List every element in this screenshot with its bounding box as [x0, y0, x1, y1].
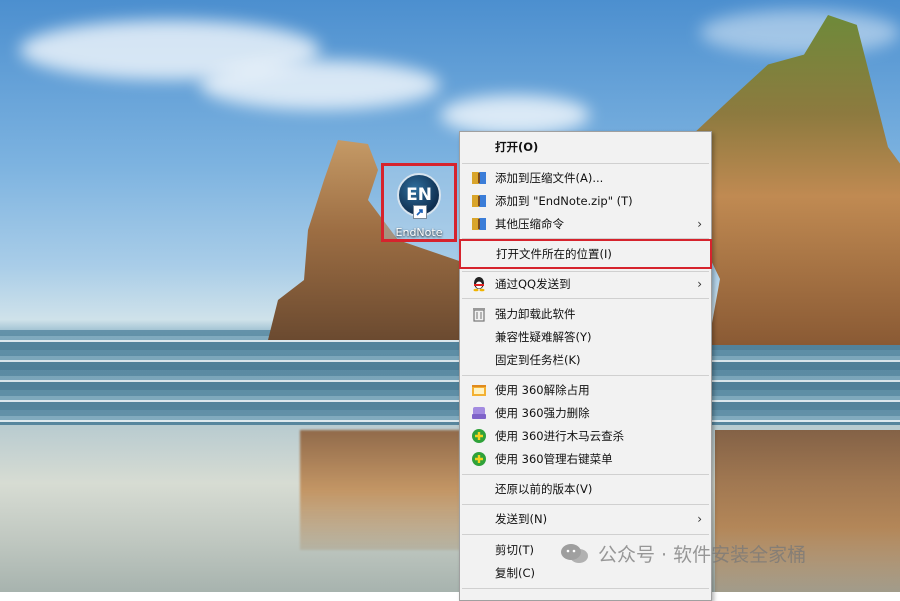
menu-item-360-shred[interactable]: 使用 360强力删除 — [461, 402, 710, 424]
menu-item-label: 打开(O) — [495, 140, 539, 154]
context-menu: 打开(O) 添加到压缩文件(A)... 添加到 "EndNote.zip" (T… — [459, 131, 712, 601]
chevron-right-icon: › — [697, 217, 702, 231]
menu-item-label: 其他压缩命令 — [495, 217, 564, 231]
menu-item-label: 通过QQ发送到 — [495, 277, 571, 291]
rock-reflection — [715, 430, 900, 592]
chevron-right-icon: › — [697, 277, 702, 291]
360-unlock-icon — [471, 382, 487, 398]
menu-item-open-file-location[interactable]: 打开文件所在的位置(I) — [459, 239, 712, 269]
chevron-right-icon: › — [697, 512, 702, 526]
menu-separator — [462, 474, 709, 475]
desktop-icon-label: EndNote — [395, 226, 443, 239]
menu-item-compatibility[interactable]: 兼容性疑难解答(Y) — [461, 326, 710, 348]
menu-separator — [462, 271, 709, 272]
menu-separator — [462, 163, 709, 164]
qq-penguin-icon — [471, 276, 487, 292]
endnote-logo-text: EN — [406, 185, 432, 205]
menu-item-label: 剪切(T) — [495, 543, 534, 557]
360-scan-icon — [471, 428, 487, 444]
menu-item-label: 使用 360解除占用 — [495, 383, 590, 397]
menu-item-label: 兼容性疑难解答(Y) — [495, 330, 592, 344]
menu-item-pin-taskbar[interactable]: 固定到任务栏(K) — [461, 349, 710, 371]
menu-separator — [462, 298, 709, 299]
menu-item-label: 复制(C) — [495, 566, 536, 580]
wechat-icon — [560, 543, 590, 565]
menu-item-360-unlock[interactable]: 使用 360解除占用 — [461, 379, 710, 401]
menu-item-label: 添加到 "EndNote.zip" (T) — [495, 194, 633, 208]
menu-item-add-to-archive[interactable]: 添加到压缩文件(A)... — [461, 167, 710, 189]
menu-separator — [462, 534, 709, 535]
menu-item-add-to-zip[interactable]: 添加到 "EndNote.zip" (T) — [461, 190, 710, 212]
menu-item-open[interactable]: 打开(O) — [461, 136, 710, 158]
menu-separator — [462, 588, 709, 589]
cloud — [440, 95, 590, 135]
cloud — [700, 10, 900, 55]
menu-item-label: 发送到(N) — [495, 512, 548, 526]
archive-icon — [471, 216, 487, 232]
menu-item-force-uninstall[interactable]: 强力卸载此软件 — [461, 303, 710, 325]
menu-separator — [462, 375, 709, 376]
trash-icon — [471, 306, 487, 322]
menu-item-label: 强力卸载此软件 — [495, 307, 576, 321]
menu-item-label: 使用 360进行木马云查杀 — [495, 429, 625, 443]
menu-item-restore-versions[interactable]: 还原以前的版本(V) — [461, 478, 710, 500]
menu-separator — [462, 504, 709, 505]
menu-item-360-trojan-scan[interactable]: 使用 360进行木马云查杀 — [461, 425, 710, 447]
menu-item-label: 还原以前的版本(V) — [495, 482, 593, 496]
menu-item-other-compress[interactable]: 其他压缩命令 › — [461, 213, 710, 235]
menu-item-send-to[interactable]: 发送到(N) › — [461, 508, 710, 530]
shortcut-arrow-icon — [413, 205, 427, 219]
endnote-desktop-shortcut[interactable]: EN EndNote — [381, 163, 457, 242]
archive-icon — [471, 170, 487, 186]
menu-item-label: 添加到压缩文件(A)... — [495, 171, 604, 185]
watermark: 公众号 · 软件安装全家桶 — [560, 540, 806, 567]
cloud — [200, 60, 440, 110]
360-menu-icon — [471, 451, 487, 467]
menu-item-label: 使用 360管理右键菜单 — [495, 452, 613, 466]
watermark-text: 公众号 · 软件安装全家桶 — [598, 544, 807, 566]
endnote-logo-icon: EN — [397, 173, 441, 219]
menu-item-send-via-qq[interactable]: 通过QQ发送到 › — [461, 273, 710, 295]
menu-item-label: 固定到任务栏(K) — [495, 353, 581, 367]
desktop-background — [0, 0, 900, 592]
menu-item-label: 使用 360强力删除 — [495, 406, 590, 420]
360-shred-icon — [471, 405, 487, 421]
menu-item-label: 打开文件所在的位置(I) — [496, 247, 612, 261]
archive-icon — [471, 193, 487, 209]
rock-reflection — [300, 430, 460, 550]
menu-item-360-manage-menu[interactable]: 使用 360管理右键菜单 — [461, 448, 710, 470]
